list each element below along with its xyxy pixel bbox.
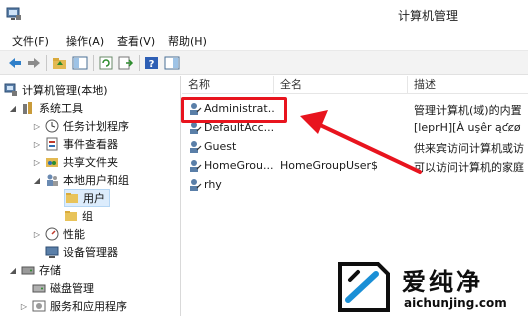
tree-item-task-scheduler[interactable]: ▷ 任务计划程序 xyxy=(32,117,129,135)
collapse-icon[interactable]: ◢ xyxy=(32,176,42,185)
menu-action[interactable]: 操作(A) xyxy=(66,33,104,49)
storage-icon xyxy=(21,263,35,277)
user-icon xyxy=(188,178,202,192)
tree-item-disk-management[interactable]: 磁盘管理 xyxy=(32,279,94,297)
collapse-icon[interactable]: ◢ xyxy=(8,104,18,113)
menu-bar: 文件(F) 操作(A) 查看(V) 帮助(H) xyxy=(0,30,528,50)
expand-icon[interactable]: ▷ xyxy=(32,230,42,239)
users-icon xyxy=(45,173,59,187)
tree-item-device-manager[interactable]: 设备管理器 xyxy=(45,243,118,261)
console-tree: 计算机管理(本地) ◢ 系统工具 ▷ 任务计划程序 ▷ 事件查看器 ▷ 共享文件… xyxy=(0,76,181,316)
svg-text:?: ? xyxy=(148,59,154,70)
collapse-icon[interactable]: ◢ xyxy=(8,266,18,275)
column-header-fullname[interactable]: 全名 xyxy=(274,76,408,94)
expand-icon[interactable]: ▷ xyxy=(32,158,42,167)
window-title: 计算机管理 xyxy=(398,9,459,23)
column-header-name[interactable]: 名称 xyxy=(182,76,274,94)
user-name: rhy xyxy=(204,178,222,191)
services-icon xyxy=(32,299,46,313)
folder-icon xyxy=(65,191,79,205)
tree-item-performance[interactable]: ▷ 性能 xyxy=(32,225,85,243)
list-header: 名称 全名 描述 xyxy=(182,76,528,94)
watermark-logo-icon xyxy=(338,262,390,312)
toolbar-separator xyxy=(139,55,140,71)
computer-management-icon xyxy=(4,83,18,97)
toolbar-separator xyxy=(46,55,47,71)
menu-file[interactable]: 文件(F) xyxy=(12,33,49,49)
user-description: 可以访问计算机的家庭 xyxy=(414,161,524,174)
performance-icon xyxy=(45,227,59,241)
help-icon[interactable]: ? xyxy=(143,55,160,71)
folder-icon xyxy=(64,209,78,223)
watermark: 爱纯净 aichunjing.com xyxy=(330,258,525,316)
refresh-icon[interactable] xyxy=(97,55,114,71)
back-icon[interactable] xyxy=(6,55,23,71)
toolbar-separator xyxy=(93,55,94,71)
menu-view[interactable]: 查看(V) xyxy=(117,33,155,49)
expand-icon[interactable]: ▷ xyxy=(32,122,42,131)
user-description: [leprH][À uşêr ąƈȼø xyxy=(414,121,521,134)
expand-icon[interactable]: ▷ xyxy=(32,140,42,149)
user-fullname: HomeGroupUser$ xyxy=(280,159,379,172)
user-icon xyxy=(188,159,202,173)
up-folder-icon[interactable] xyxy=(51,55,68,71)
user-description: 供来宾访问计算机或访 xyxy=(414,142,524,155)
show-action-pane-icon[interactable] xyxy=(163,55,180,71)
tree-item-event-viewer[interactable]: ▷ 事件查看器 xyxy=(32,135,118,153)
user-description: 管理计算机(域)的内置 xyxy=(414,104,522,117)
column-header-description[interactable]: 描述 xyxy=(408,76,528,94)
user-icon xyxy=(188,121,202,135)
tools-icon xyxy=(21,101,35,115)
tree-item-shared-folders[interactable]: ▷ 共享文件夹 xyxy=(32,153,118,171)
watermark-url: aichunjing.com xyxy=(404,296,507,310)
table-row[interactable]: Guest 供来宾访问计算机或访 xyxy=(182,138,528,157)
table-row[interactable]: HomeGrou... HomeGroupUser$ 可以访问计算机的家庭 xyxy=(182,157,528,176)
tree-item-storage[interactable]: ◢ 存储 xyxy=(8,261,61,279)
expand-icon[interactable]: ▷ xyxy=(19,302,29,311)
user-name: Guest xyxy=(204,140,237,153)
title-bar: 计算机管理 xyxy=(0,0,528,30)
tree-item-local-users-groups[interactable]: ◢ 本地用户和组 xyxy=(32,171,129,189)
tree-item-users[interactable]: 用户 xyxy=(64,189,110,207)
annotation-highlight-box xyxy=(181,97,287,123)
tree-item-groups[interactable]: 组 xyxy=(64,207,93,225)
toolbar: ? xyxy=(0,50,528,75)
user-name: HomeGrou... xyxy=(204,159,274,172)
export-list-icon[interactable] xyxy=(117,55,134,71)
clock-icon xyxy=(45,119,59,133)
table-row[interactable]: rhy xyxy=(182,176,528,195)
shared-folder-icon xyxy=(45,155,59,169)
watermark-text: 爱纯净 xyxy=(402,268,483,296)
show-hide-tree-icon[interactable] xyxy=(71,55,88,71)
tree-item-system-tools[interactable]: ◢ 系统工具 xyxy=(8,99,83,117)
forward-icon[interactable] xyxy=(25,55,42,71)
event-viewer-icon xyxy=(45,137,59,151)
menu-help[interactable]: 帮助(H) xyxy=(168,33,207,49)
device-manager-icon xyxy=(45,245,59,259)
user-icon xyxy=(188,140,202,154)
tree-item-services-applications[interactable]: ▷ 服务和应用程序 xyxy=(19,297,127,315)
tree-item-computer-management[interactable]: 计算机管理(本地) xyxy=(4,81,108,99)
disk-icon xyxy=(32,281,46,295)
computer-management-icon xyxy=(6,6,22,22)
